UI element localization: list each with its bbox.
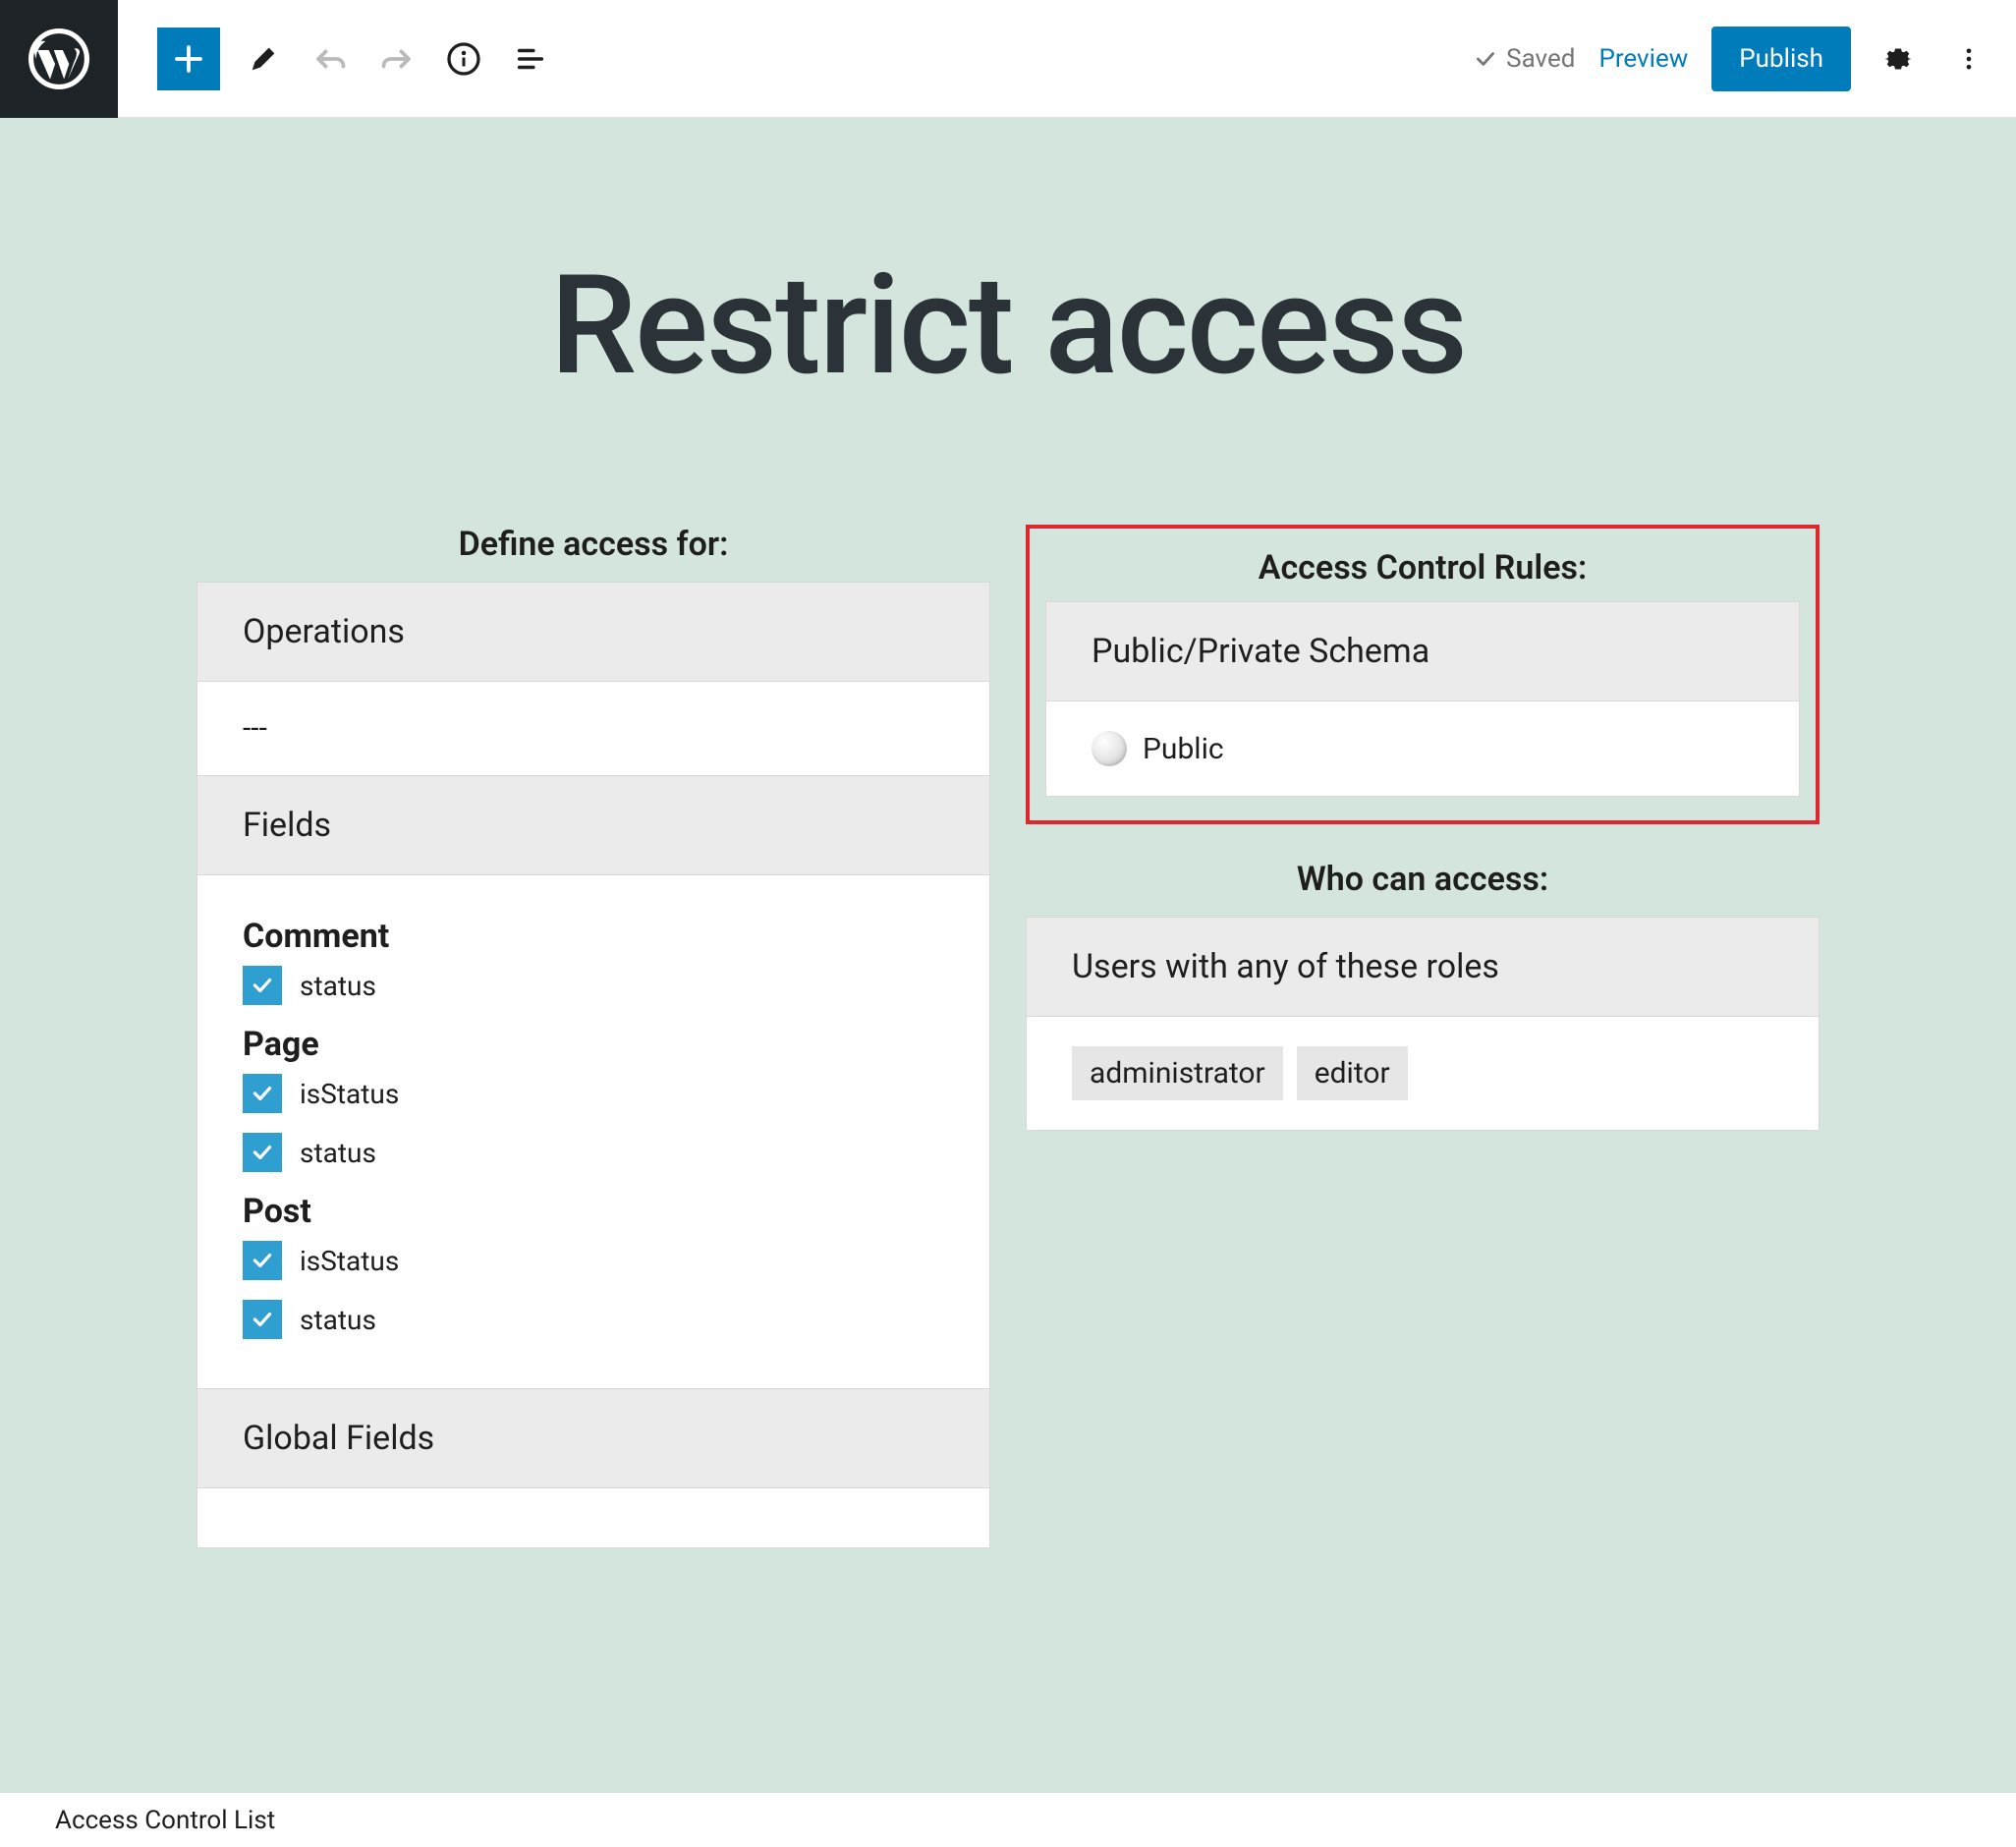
field-group-title: Post xyxy=(243,1192,944,1231)
field-check-row[interactable]: status xyxy=(243,966,944,1005)
check-icon xyxy=(250,1140,275,1165)
define-access-heading: Define access for: xyxy=(196,525,990,564)
list-icon xyxy=(514,42,547,76)
left-column: Define access for: Operations --- Fields… xyxy=(196,525,990,1548)
edit-mode-button[interactable] xyxy=(240,35,287,83)
toolbar-left-group xyxy=(118,28,554,90)
settings-button[interactable] xyxy=(1875,35,1922,83)
fields-body: Comment status Page isStat xyxy=(197,875,989,1388)
plus-icon xyxy=(171,41,206,77)
who-can-access-heading: Who can access: xyxy=(1026,860,1820,899)
check-icon xyxy=(250,1248,275,1273)
field-label: isStatus xyxy=(300,1245,399,1277)
page-title[interactable]: Restrict access xyxy=(0,246,2016,407)
roles-header: Users with any of these roles xyxy=(1027,918,1819,1017)
checkbox-checked[interactable] xyxy=(243,1241,282,1280)
editor-toolbar: Saved Preview Publish xyxy=(0,0,2016,118)
global-fields-header: Global Fields xyxy=(197,1389,989,1488)
roles-card[interactable]: Users with any of these roles administra… xyxy=(1026,917,1820,1131)
checkbox-checked[interactable] xyxy=(243,966,282,1005)
check-icon xyxy=(250,973,275,998)
publish-button[interactable]: Publish xyxy=(1711,27,1851,91)
editor-footer: Access Control List xyxy=(0,1792,2016,1847)
role-tag[interactable]: editor xyxy=(1297,1046,1408,1100)
check-icon xyxy=(250,1081,275,1106)
schema-header: Public/Private Schema xyxy=(1046,602,1799,701)
field-group-title: Page xyxy=(243,1025,944,1064)
pencil-icon xyxy=(247,42,280,76)
schema-card[interactable]: Public/Private Schema Public xyxy=(1045,601,1800,797)
info-button[interactable] xyxy=(440,35,487,83)
schema-body: Public xyxy=(1046,701,1799,796)
field-check-row[interactable]: status xyxy=(243,1133,944,1172)
field-check-row[interactable]: isStatus xyxy=(243,1074,944,1113)
add-block-button[interactable] xyxy=(157,28,220,90)
field-label: status xyxy=(300,1304,376,1336)
gear-icon xyxy=(1880,41,1916,77)
columns-wrapper: Define access for: Operations --- Fields… xyxy=(0,525,2016,1548)
operations-header: Operations xyxy=(197,583,989,682)
undo-icon xyxy=(312,41,348,77)
roles-body: administrator editor xyxy=(1027,1017,1819,1130)
field-check-row[interactable]: status xyxy=(243,1300,944,1339)
fields-header: Fields xyxy=(197,776,989,875)
checkbox-checked[interactable] xyxy=(243,1300,282,1339)
field-label: status xyxy=(300,1137,376,1169)
operations-card[interactable]: Operations --- xyxy=(196,582,990,776)
outline-button[interactable] xyxy=(507,35,554,83)
role-tag[interactable]: administrator xyxy=(1072,1046,1283,1100)
save-status: Saved xyxy=(1473,44,1575,74)
field-label: isStatus xyxy=(300,1078,399,1110)
redo-button[interactable] xyxy=(373,35,420,83)
toolbar-right-group: Saved Preview Publish xyxy=(1473,27,2016,91)
radio-icon[interactable] xyxy=(1092,731,1127,766)
saved-label: Saved xyxy=(1506,44,1575,74)
right-column: Access Control Rules: Public/Private Sch… xyxy=(1026,525,1820,1548)
undo-button[interactable] xyxy=(307,35,354,83)
wordpress-logo-button[interactable] xyxy=(0,0,118,118)
more-options-button[interactable] xyxy=(1945,35,1992,83)
field-group-title: Comment xyxy=(243,917,944,956)
breadcrumb[interactable]: Access Control List xyxy=(55,1806,275,1835)
fields-card[interactable]: Fields Comment status Page xyxy=(196,776,990,1389)
role-tags: administrator editor xyxy=(1072,1046,1773,1100)
access-rules-heading: Access Control Rules: xyxy=(1045,548,1800,588)
check-icon xyxy=(1473,46,1498,72)
preview-button[interactable]: Preview xyxy=(1598,44,1688,74)
checkbox-checked[interactable] xyxy=(243,1133,282,1172)
editor-canvas: Restrict access Define access for: Opera… xyxy=(0,118,2016,1792)
checkbox-checked[interactable] xyxy=(243,1074,282,1113)
redo-icon xyxy=(379,41,415,77)
dots-vertical-icon xyxy=(1955,45,1983,73)
field-label: status xyxy=(300,970,376,1002)
field-check-row[interactable]: isStatus xyxy=(243,1241,944,1280)
access-rules-highlight: Access Control Rules: Public/Private Sch… xyxy=(1026,525,1820,824)
wordpress-icon xyxy=(28,28,89,89)
schema-value: Public xyxy=(1143,732,1224,766)
info-icon xyxy=(446,41,481,77)
global-fields-card[interactable]: Global Fields xyxy=(196,1389,990,1548)
operations-value: --- xyxy=(197,682,989,775)
global-fields-body xyxy=(197,1488,989,1547)
check-icon xyxy=(250,1307,275,1332)
left-card-stack: Operations --- Fields Comment status xyxy=(196,582,990,1548)
